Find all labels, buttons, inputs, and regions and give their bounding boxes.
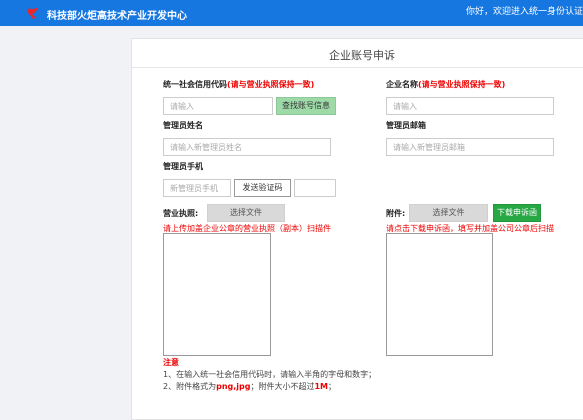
top-bar: 科技部火炬高技术产业开发中心 你好，欢迎进入统一身份认证 [0,0,583,26]
admin-phone-label: 管理员手机 [163,162,203,171]
license-label: 营业执照: [163,209,199,218]
company-name-label: 企业名称(请与营业执照保持一致) [386,80,506,89]
send-code-button[interactable]: 发送验证码 [234,179,291,197]
company-name-input[interactable] [386,97,554,115]
verification-code-input[interactable] [294,179,336,197]
license-preview-box[interactable] [163,233,271,356]
org-name: 科技部火炬高技术产业开发中心 [47,11,187,22]
admin-phone-input[interactable] [163,179,231,197]
credit-code-label: 统一社会信用代码(请与营业执照保持一致) [163,80,315,89]
admin-email-input[interactable] [386,138,554,156]
admin-name-input[interactable] [163,138,331,156]
admin-name-label: 管理员姓名 [163,121,203,130]
attachment-choose-file-button[interactable]: 选择文件 [409,204,488,222]
title-divider [132,67,583,68]
notes-title: 注意 [163,358,179,367]
find-account-button[interactable]: 查找账号信息 [276,97,336,115]
download-appeal-letter-button[interactable]: 下载申诉函 [493,204,541,222]
page-title: 企业账号申诉 [329,49,395,62]
note-line-1: 1、在输入统一社会信用代码时，请输入半角的字母和数字； [163,370,377,379]
admin-email-label: 管理员邮箱 [386,121,426,130]
attachment-preview-box[interactable] [386,233,493,356]
license-choose-file-button[interactable]: 选择文件 [207,204,285,222]
greeting-text: 你好，欢迎进入统一身份认证 [465,7,583,17]
note-format: png,jpg [216,382,251,391]
note-size: 1M [314,382,329,391]
company-name-note: (请与营业执照保持一致) [418,80,506,89]
torch-logo-icon [27,7,38,19]
note-line-2: 2、附件格式为png,jpg；附件大小不超过1M； [163,382,337,391]
attachment-label: 附件: [386,209,406,218]
credit-code-input[interactable] [163,97,273,115]
credit-code-note: (请与营业执照保持一致) [227,80,315,89]
